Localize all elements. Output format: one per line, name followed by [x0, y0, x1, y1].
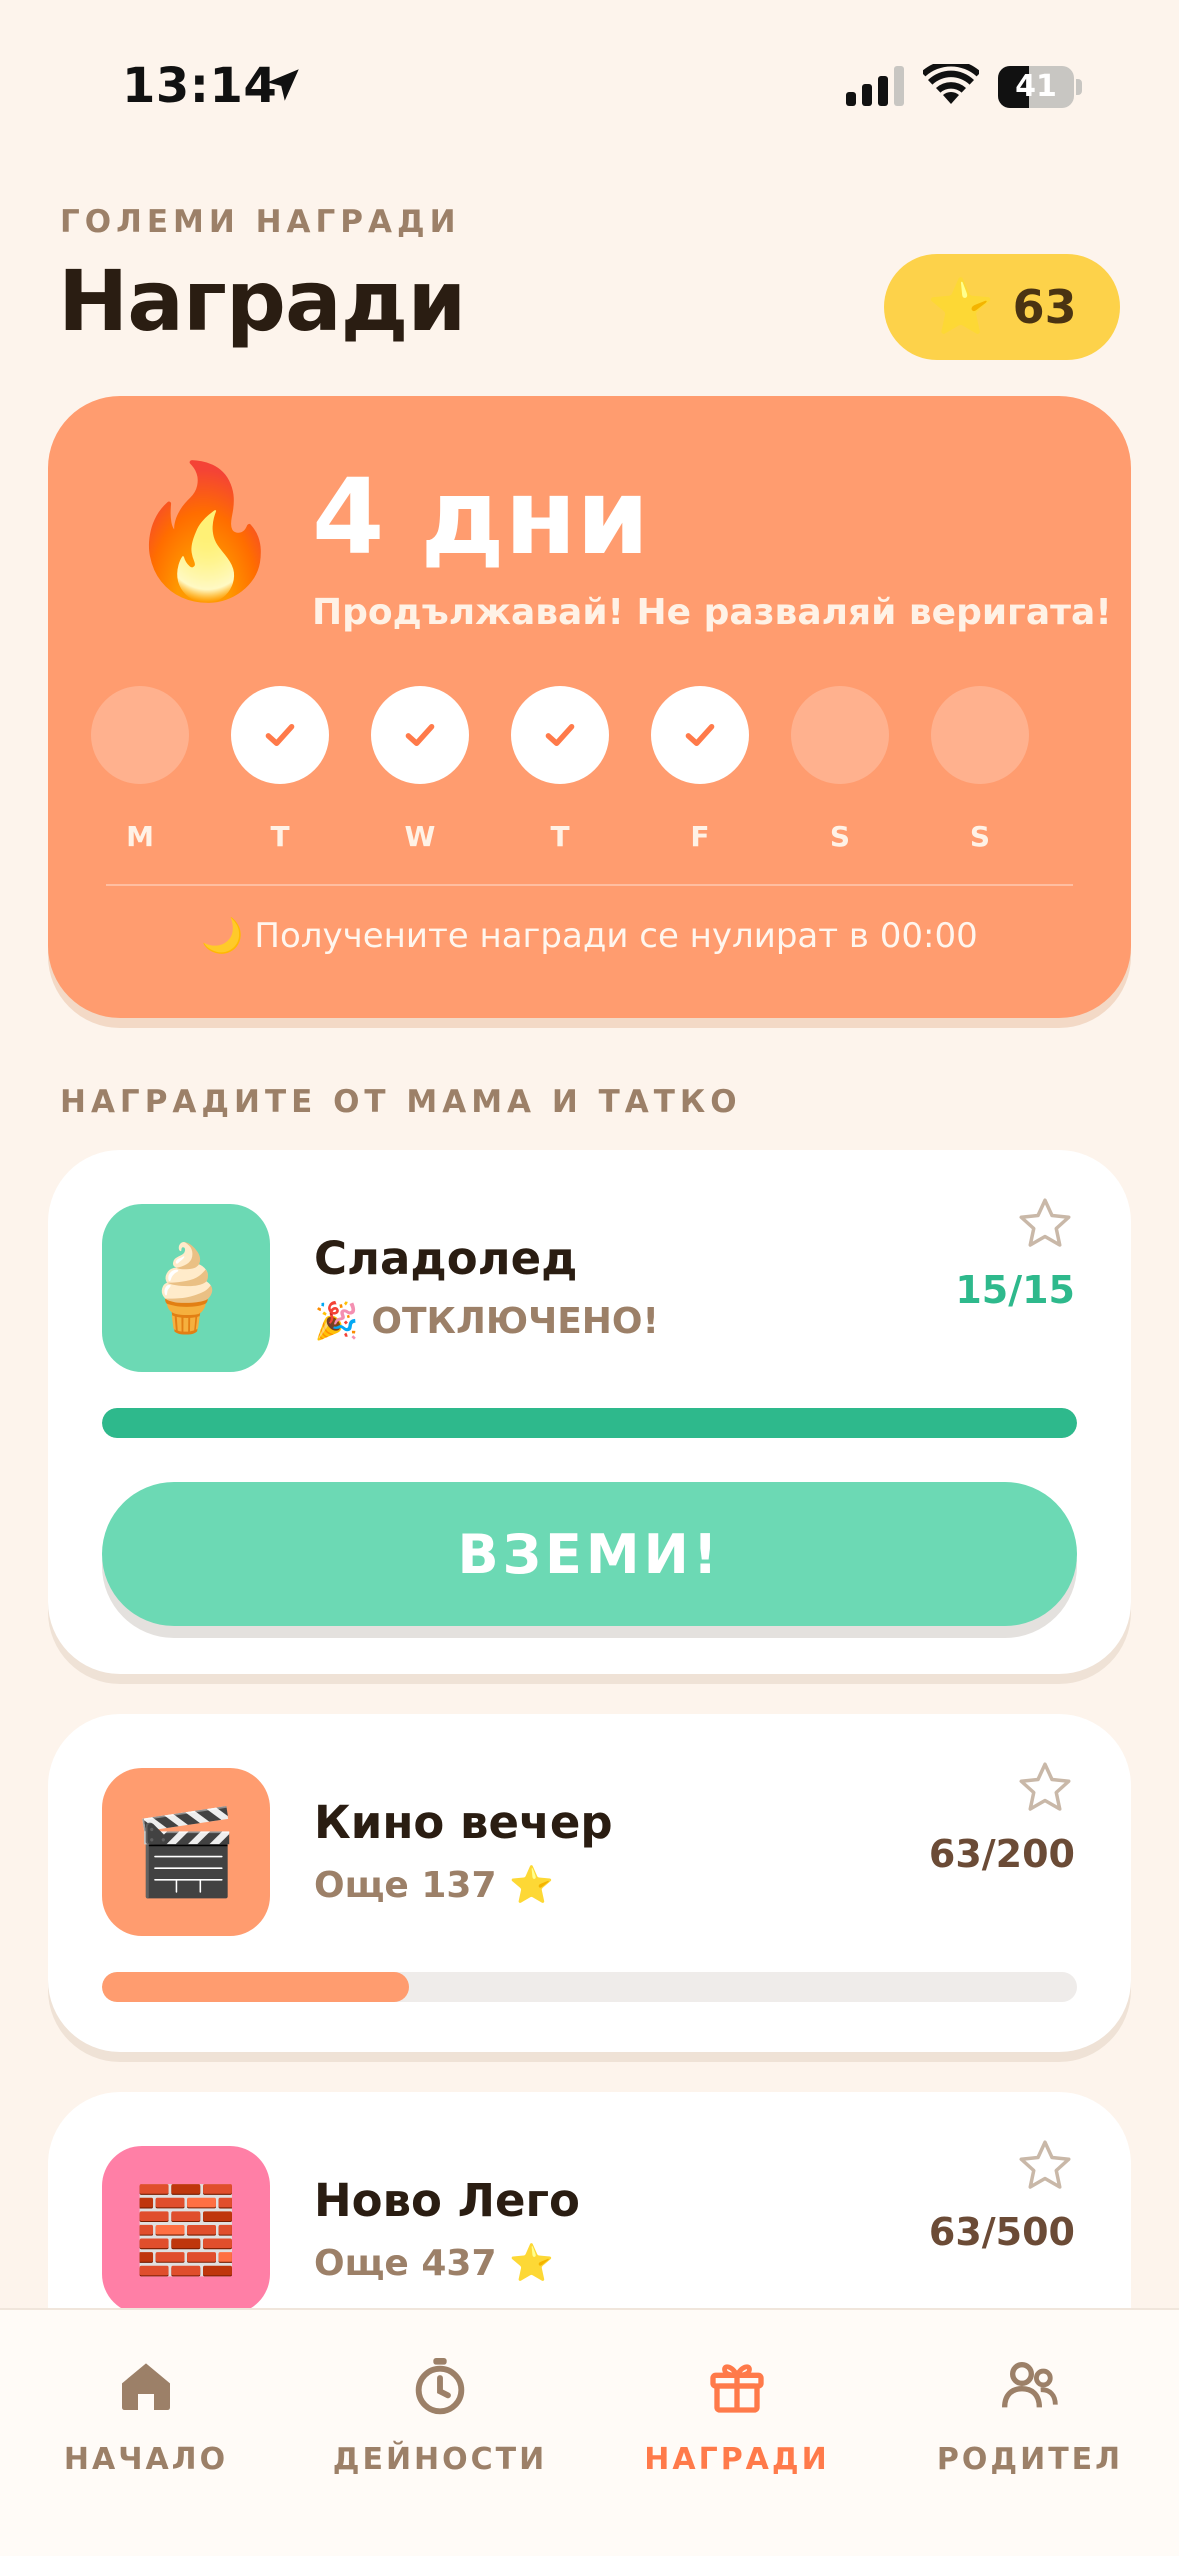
tab-label: ДЕЙНОСТИ	[332, 2442, 548, 2477]
check-icon	[685, 724, 715, 746]
progress-bar	[102, 1972, 1077, 2002]
check-icon	[545, 724, 575, 746]
reward-remaining: Още 437 ⭐	[314, 2243, 554, 2284]
streak-day: W	[371, 686, 469, 853]
progress-bar	[102, 1408, 1077, 1438]
day-empty-circle	[791, 686, 889, 784]
battery-level: 41	[1015, 69, 1057, 104]
day-empty-circle	[931, 686, 1029, 784]
points-badge[interactable]: ⭐ 63	[884, 254, 1120, 360]
reward-status: 🎉 ОТКЛЮЧЕНО!	[314, 1301, 659, 1342]
parents-icon	[1002, 2362, 1058, 2408]
day-complete-circle	[511, 686, 609, 784]
status-bar: 13:14 41	[0, 0, 1179, 175]
day-label: S	[829, 820, 851, 853]
star-icon: ⭐	[927, 275, 995, 338]
reward-progress-text: 63/200	[928, 1832, 1075, 1876]
page-eyebrow: ГОЛЕМИ НАГРАДИ	[60, 204, 461, 240]
status-time: 13:14	[122, 58, 278, 114]
streak-card: 🔥 4 дни Продължавай! Не разваляй веригат…	[48, 396, 1131, 1018]
check-icon	[405, 724, 435, 746]
day-complete-circle	[651, 686, 749, 784]
favorite-star-icon[interactable]	[1015, 1758, 1075, 1818]
location-arrow-icon	[267, 69, 299, 101]
reward-remaining: Още 137 ⭐	[314, 1865, 554, 1906]
favorite-star-icon[interactable]	[1015, 2136, 1075, 2196]
home-icon	[122, 2363, 170, 2410]
reward-card-ice-cream[interactable]: 🍦 Сладолед 🎉 ОТКЛЮЧЕНО! 15/15 ВЗЕМИ!	[48, 1150, 1131, 1674]
day-complete-circle	[371, 686, 469, 784]
tab-label: НАЧАЛО	[63, 2442, 229, 2477]
reward-progress-text: 15/15	[955, 1268, 1075, 1312]
day-label: M	[126, 820, 154, 853]
tab-bar: НАЧАЛО ДЕЙНОСТИ НАГРАДИ РОДИТЕЛ	[0, 2308, 1179, 2556]
reward-name: Ново Лего	[314, 2174, 580, 2227]
section-label: НАГРАДИТЕ ОТ МАМА И ТАТКО	[60, 1084, 742, 1120]
reward-name: Кино вечер	[314, 1796, 613, 1849]
ice-cream-icon: 🍦	[102, 1204, 270, 1372]
day-label: T	[550, 820, 570, 853]
clapperboard-icon: 🎬	[102, 1768, 270, 1936]
reward-name: Сладолед	[314, 1232, 578, 1285]
streak-day: F	[651, 686, 749, 853]
day-label: W	[404, 820, 436, 853]
streak-day: S	[931, 686, 1029, 853]
streak-days: 4 дни	[312, 456, 650, 578]
reward-card-movie-night[interactable]: 🎬 Кино вечер Още 137 ⭐ 63/200	[48, 1714, 1131, 2052]
check-icon	[265, 724, 295, 746]
streak-day: M	[91, 686, 189, 853]
tab-label: НАГРАДИ	[644, 2442, 830, 2477]
streak-message: Продължавай! Не разваляй веригата!	[312, 592, 1112, 633]
divider	[106, 884, 1073, 886]
reward-progress-text: 63/500	[928, 2210, 1075, 2254]
tab-activities[interactable]: ДЕЙНОСТИ	[310, 2354, 570, 2477]
day-label: F	[690, 820, 710, 853]
tab-parent[interactable]: РОДИТЕЛ	[900, 2354, 1160, 2477]
streak-day: S	[791, 686, 889, 853]
page-title: Награди	[58, 252, 466, 350]
day-empty-circle	[91, 686, 189, 784]
claim-button[interactable]: ВЗЕМИ!	[102, 1482, 1077, 1626]
favorite-star-icon[interactable]	[1015, 1194, 1075, 1254]
streak-day: T	[511, 686, 609, 853]
wifi-icon	[923, 64, 979, 104]
streak-day: T	[231, 686, 329, 853]
reset-note: 🌙 Получените награди се нулират в 00:00	[201, 916, 978, 956]
day-complete-circle	[231, 686, 329, 784]
fire-icon: 🔥	[124, 455, 286, 607]
tab-home[interactable]: НАЧАЛО	[16, 2354, 276, 2477]
day-label: S	[969, 820, 991, 853]
gift-icon	[710, 2364, 764, 2413]
tab-rewards[interactable]: НАГРАДИ	[607, 2354, 867, 2477]
stopwatch-icon	[415, 2358, 465, 2415]
points-value: 63	[1012, 280, 1077, 334]
battery-icon: 41	[998, 66, 1082, 108]
brick-icon: 🧱	[102, 2146, 270, 2314]
day-label: T	[270, 820, 290, 853]
tab-label: РОДИТЕЛ	[936, 2442, 1124, 2477]
cellular-signal-icon	[846, 66, 904, 106]
